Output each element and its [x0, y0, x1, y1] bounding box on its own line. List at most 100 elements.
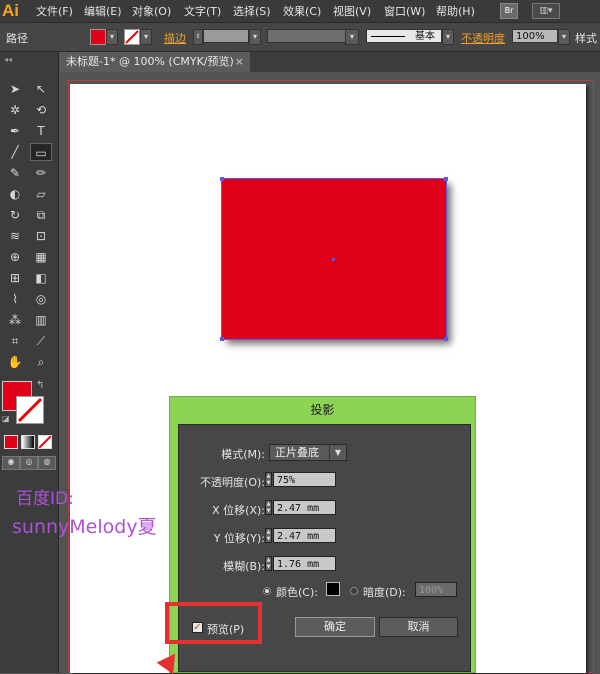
anchor-point-top-left[interactable]	[220, 177, 224, 181]
menu-window[interactable]: 窗口(W)	[384, 3, 425, 19]
panel-collapse-icon[interactable]: ◂◂	[4, 55, 12, 64]
blob-brush-tool-icon[interactable]: ◐	[4, 185, 26, 203]
stroke-weight-field[interactable]	[203, 29, 249, 43]
menu-bar: Ai 文件(F) 编辑(E) 对象(O) 文字(T) 选择(S) 效果(C) 视…	[0, 0, 600, 23]
none-slash-icon	[38, 435, 52, 449]
scale-tool-icon[interactable]: ⧉	[30, 206, 52, 224]
paintbrush-tool-icon[interactable]: ✎	[4, 164, 26, 182]
blur-field[interactable]: 1.76 mm	[273, 556, 336, 571]
opacity-link[interactable]: 不透明度	[461, 30, 505, 46]
none-mode-icon[interactable]	[38, 435, 52, 449]
color-mode-icon[interactable]	[4, 435, 18, 449]
direct-selection-tool-icon[interactable]: ↖	[30, 80, 52, 98]
ok-button[interactable]: 确定	[295, 617, 375, 637]
bridge-button[interactable]: Br	[500, 3, 518, 19]
shadow-opacity-field[interactable]: 75%	[273, 472, 336, 487]
opacity-field[interactable]: 100%	[512, 29, 558, 43]
workspace-switcher-button[interactable]: ▥▾	[532, 3, 560, 19]
document-tab[interactable]: 未标题-1* @ 100% (CMYK/预览) ×	[60, 52, 250, 72]
stroke-weight-stepper[interactable]: ⇕	[193, 29, 203, 45]
control-bar: 路径 ▾ ▾ 描边 ⇕ ▾ ▾ 基本 ▾ 不透明度 100% ▾ 样式	[0, 23, 600, 52]
menu-object[interactable]: 对象(O)	[132, 3, 171, 19]
opacity-stepper[interactable]: ▲ ▼	[265, 472, 272, 487]
menu-effect[interactable]: 效果(C)	[283, 3, 321, 19]
menu-select[interactable]: 选择(S)	[233, 3, 271, 19]
slice-tool-icon[interactable]: ⟋	[30, 332, 52, 350]
swap-colors-icon[interactable]: ↰	[36, 380, 44, 391]
anchor-point-bottom-right[interactable]	[444, 337, 448, 341]
stroke-color-box[interactable]	[16, 396, 44, 424]
brush-style-field[interactable]: 基本	[366, 29, 442, 43]
x-offset-stepper[interactable]: ▲ ▼	[265, 500, 272, 515]
selection-tool-icon[interactable]: ➤	[4, 80, 26, 98]
darkness-radio[interactable]	[350, 587, 358, 595]
stroke-weight-dropdown[interactable]: ▾	[249, 29, 261, 45]
eyedropper-tool-icon[interactable]: ⌇	[4, 290, 26, 308]
blend-mode-select[interactable]: 正片叠底 ▼	[269, 444, 347, 461]
lasso-tool-icon[interactable]: ⟲	[30, 101, 52, 119]
perspective-grid-tool-icon[interactable]: ▦	[30, 248, 52, 266]
column-graph-tool-icon[interactable]: ▥	[30, 311, 52, 329]
rectangle-tool-icon[interactable]: ▭	[30, 143, 52, 161]
line-tool-icon[interactable]: ╱	[4, 143, 26, 161]
stroke-dropdown[interactable]: ▾	[140, 29, 152, 45]
menu-help[interactable]: 帮助(H)	[436, 3, 475, 19]
blend-mode-value: 正片叠底	[275, 446, 319, 459]
default-colors-icon[interactable]: ◪	[2, 414, 10, 423]
fill-swatch[interactable]	[90, 29, 106, 45]
blend-tool-icon[interactable]: ◎	[30, 290, 52, 308]
stroke-line-preview	[371, 36, 405, 37]
annotation-highlight-box	[165, 602, 262, 644]
draw-behind-icon[interactable]: ◎	[20, 456, 38, 470]
darkness-field: 100%	[415, 582, 457, 597]
type-tool-icon[interactable]: T	[30, 122, 52, 140]
shadow-color-chip[interactable]	[326, 582, 340, 596]
gradient-mode-icon[interactable]	[21, 435, 35, 449]
menu-view[interactable]: 视图(V)	[333, 3, 371, 19]
app-logo: Ai	[2, 1, 19, 20]
cancel-button[interactable]: 取消	[379, 617, 458, 637]
x-offset-field[interactable]: 2.47 mm	[273, 500, 336, 515]
stroke-weight-link[interactable]: 描边	[164, 30, 186, 46]
menu-file[interactable]: 文件(F)	[36, 3, 73, 19]
free-transform-tool-icon[interactable]: ⊡	[30, 227, 52, 245]
y-offset-stepper[interactable]: ▲ ▼	[265, 528, 272, 543]
draw-inside-icon[interactable]: ◍	[38, 456, 56, 470]
blur-stepper[interactable]: ▲ ▼	[265, 556, 272, 571]
opacity-dropdown[interactable]: ▾	[558, 29, 570, 45]
brush-dropdown[interactable]: ▾	[442, 29, 454, 45]
close-tab-icon[interactable]: ×	[235, 52, 244, 72]
document-tab-bar: 未标题-1* @ 100% (CMYK/预览) ×	[60, 52, 600, 72]
profile-dropdown[interactable]: ▾	[345, 29, 359, 45]
selection-type-label: 路径	[6, 32, 28, 45]
eraser-tool-icon[interactable]: ▱	[30, 185, 52, 203]
artboard-tool-icon[interactable]: ⌗	[4, 332, 26, 350]
menu-edit[interactable]: 编辑(E)	[84, 3, 122, 19]
shape-builder-tool-icon[interactable]: ⊕	[4, 248, 26, 266]
menu-type[interactable]: 文字(T)	[184, 3, 221, 19]
rotate-tool-icon[interactable]: ↻	[4, 206, 26, 224]
style-label: 样式	[575, 32, 597, 45]
mesh-tool-icon[interactable]: ⊞	[4, 269, 26, 287]
gradient-tool-icon[interactable]: ◧	[30, 269, 52, 287]
color-radio[interactable]	[263, 587, 271, 595]
pen-tool-icon[interactable]: ✒	[4, 122, 26, 140]
darkness-label: 暗度(D):	[363, 586, 406, 599]
pencil-tool-icon[interactable]: ✏	[30, 164, 52, 182]
color-label: 颜色(C):	[276, 586, 318, 599]
anchor-point-top-right[interactable]	[444, 177, 448, 181]
magic-wand-tool-icon[interactable]: ✲	[4, 101, 26, 119]
y-offset-field[interactable]: 2.47 mm	[273, 528, 336, 543]
anchor-point-bottom-left[interactable]	[220, 337, 224, 341]
fill-dropdown[interactable]: ▾	[106, 29, 118, 45]
draw-normal-icon[interactable]: ◉	[2, 456, 20, 470]
variable-width-profile[interactable]	[267, 29, 357, 43]
chevron-down-icon: ▼	[329, 445, 346, 460]
hand-tool-icon[interactable]: ✋	[4, 353, 26, 371]
zoom-tool-icon[interactable]: ⌕	[30, 353, 52, 371]
symbol-sprayer-tool-icon[interactable]: ⁂	[4, 311, 26, 329]
document-tab-title: 未标题-1* @ 100% (CMYK/预览)	[66, 55, 234, 68]
stroke-swatch[interactable]	[124, 29, 140, 45]
warp-tool-icon[interactable]: ≋	[4, 227, 26, 245]
y-offset-label: Y 位移(Y):	[213, 532, 265, 545]
